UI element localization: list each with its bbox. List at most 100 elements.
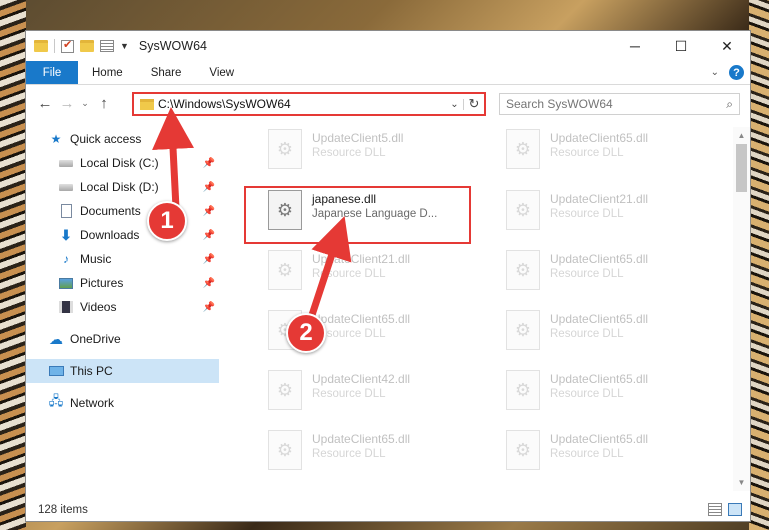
maximize-button[interactable]: ☐ (658, 31, 704, 61)
sidebar-item-onedrive[interactable]: ☁ OneDrive (26, 327, 219, 351)
desktop-background-right (749, 0, 769, 530)
pin-icon[interactable]: 📌 (203, 278, 215, 289)
vertical-scrollbar[interactable]: ▲ ▼ (733, 127, 750, 491)
quick-access-toolbar: ▼ (26, 38, 129, 53)
tab-file[interactable]: File (26, 61, 78, 84)
file-type: Resource DLL (312, 147, 386, 159)
item-count: 128 items (38, 504, 88, 516)
title-bar: ▼ SysWOW64 ─ ☐ ✕ (26, 31, 750, 61)
customize-icon[interactable] (100, 40, 114, 52)
file-type: Resource DLL (312, 268, 386, 280)
dll-file-icon: ⚙ (506, 370, 540, 410)
file-item[interactable]: ⚙ UpdateClient65.dll Resource DLL (506, 310, 726, 366)
toolbar-dropdown-icon[interactable]: ▼ (120, 41, 129, 51)
window-controls: ─ ☐ ✕ (612, 31, 750, 61)
recent-locations-icon[interactable]: ⌄ (78, 98, 92, 109)
expand-ribbon-icon[interactable]: ⌄ (711, 67, 719, 78)
sidebar-item-label: Network (70, 396, 115, 410)
large-icons-view-icon[interactable] (728, 503, 742, 516)
back-arrow-icon[interactable]: ← (34, 95, 56, 112)
properties-icon[interactable] (61, 38, 74, 53)
file-item[interactable]: ⚙ UpdateClient42.dll Resource DLL (268, 370, 498, 426)
address-dropdown-icon[interactable]: ⌄ (446, 98, 464, 110)
sidebar-item-local-disk-c[interactable]: Local Disk (C:) 📌 (26, 151, 219, 175)
refresh-icon[interactable]: ↻ (464, 96, 484, 112)
sidebar-item-documents[interactable]: Documents 📌 (26, 199, 219, 223)
file-type: Resource DLL (550, 147, 624, 159)
file-explorer-window: ▼ SysWOW64 ─ ☐ ✕ File Home Share View ⌄ … (25, 30, 751, 522)
pictures-icon (58, 276, 74, 290)
sidebar-item-label: Videos (80, 300, 117, 314)
details-view-icon[interactable] (708, 503, 722, 516)
dll-file-icon: ⚙ (506, 250, 540, 290)
sidebar-item-videos[interactable]: Videos 📌 (26, 295, 219, 319)
file-item[interactable]: ⚙ UpdateClient21.dll Resource DLL (268, 250, 498, 306)
sidebar-item-network[interactable]: 🖧 Network (26, 391, 219, 415)
sidebar-item-pictures[interactable]: Pictures 📌 (26, 271, 219, 295)
up-arrow-icon[interactable]: ↑ (92, 95, 116, 112)
file-name: UpdateClient65.dll (550, 131, 649, 145)
tab-share[interactable]: Share (137, 61, 196, 84)
dll-file-icon: ⚙ (506, 430, 540, 470)
scroll-thumb[interactable] (736, 144, 747, 192)
address-folder-icon (140, 98, 154, 110)
sidebar-item-this-pc[interactable]: This PC (26, 359, 219, 383)
search-icon[interactable]: ⌕ (726, 97, 733, 112)
file-name: UpdateClient42.dll (312, 372, 411, 386)
file-type: Resource DLL (550, 388, 624, 400)
sidebar-item-music[interactable]: ♪ Music 📌 (26, 247, 219, 271)
scroll-down-icon[interactable]: ▼ (733, 474, 750, 491)
dll-file-icon: ⚙ (268, 370, 302, 410)
pin-icon[interactable]: 📌 (203, 182, 215, 193)
address-bar[interactable]: C:\Windows\SysWOW64 ⌄ ↻ (132, 92, 486, 116)
dll-file-icon: ⚙ (506, 190, 540, 230)
pin-icon[interactable]: 📌 (203, 302, 215, 313)
file-item[interactable]: ⚙ UpdateClient65.dll Resource DLL (506, 250, 726, 306)
close-button[interactable]: ✕ (704, 31, 750, 61)
pin-icon[interactable]: 📌 (203, 230, 215, 241)
dll-file-icon: ⚙ (268, 430, 302, 470)
file-type: Resource DLL (550, 328, 624, 340)
sidebar-item-quick-access[interactable]: ★ Quick access (26, 127, 219, 151)
minimize-button[interactable]: ─ (612, 31, 658, 61)
search-box[interactable]: ⌕ (499, 93, 740, 115)
step-badge-1: 1 (147, 201, 187, 241)
search-input[interactable] (506, 97, 727, 111)
ribbon-tabs: File Home Share View ⌄ ? (26, 61, 750, 85)
help-icon[interactable]: ? (729, 65, 744, 80)
scroll-up-icon[interactable]: ▲ (733, 127, 750, 144)
file-item[interactable]: ⚙ UpdateClient21.dll Resource DLL (506, 190, 726, 246)
address-path[interactable]: C:\Windows\SysWOW64 (158, 97, 446, 111)
sidebar-item-label: Music (80, 252, 112, 266)
file-name: UpdateClient65.dll (312, 312, 411, 326)
download-icon: ⬇ (60, 226, 72, 243)
sidebar-item-label: Pictures (80, 276, 124, 290)
file-name: UpdateClient21.dll (312, 252, 411, 266)
tab-view[interactable]: View (195, 61, 248, 84)
file-item[interactable]: ⚙ UpdateClient65.dll Resource DLL (506, 430, 726, 486)
sidebar-item-label: OneDrive (70, 332, 121, 346)
step-badge-2: 2 (286, 313, 326, 353)
pin-icon[interactable]: 📌 (203, 158, 215, 169)
file-item[interactable]: ⚙ UpdateClient65.dll Resource DLL (506, 370, 726, 426)
file-item[interactable]: ⚙ UpdateClient5.dll Resource DLL (268, 129, 498, 185)
dll-file-icon: ⚙ (268, 129, 302, 169)
tab-home[interactable]: Home (78, 61, 137, 84)
sidebar-item-downloads[interactable]: ⬇ Downloads 📌 (26, 223, 219, 247)
folder-icon[interactable] (34, 40, 48, 52)
file-list: ⚙ UpdateClient5.dll Resource DLL ⚙ Update… (236, 127, 726, 497)
file-type: Resource DLL (312, 328, 386, 340)
file-type: Resource DLL (312, 388, 386, 400)
documents-icon (58, 204, 74, 218)
forward-arrow-icon[interactable]: → (56, 95, 78, 112)
sidebar-item-local-disk-d[interactable]: Local Disk (D:) 📌 (26, 175, 219, 199)
file-highlight-box (244, 186, 471, 244)
desktop-background-left (0, 0, 26, 530)
new-folder-icon[interactable] (80, 40, 94, 52)
pin-icon[interactable]: 📌 (203, 206, 215, 217)
pin-icon[interactable]: 📌 (203, 254, 215, 265)
file-item[interactable]: ⚙ UpdateClient65.dll Resource DLL (506, 129, 726, 185)
file-item[interactable]: ⚙ UpdateClient65.dll Resource DLL (268, 430, 498, 486)
cloud-icon: ☁ (49, 330, 63, 347)
file-name: UpdateClient65.dll (312, 432, 411, 446)
